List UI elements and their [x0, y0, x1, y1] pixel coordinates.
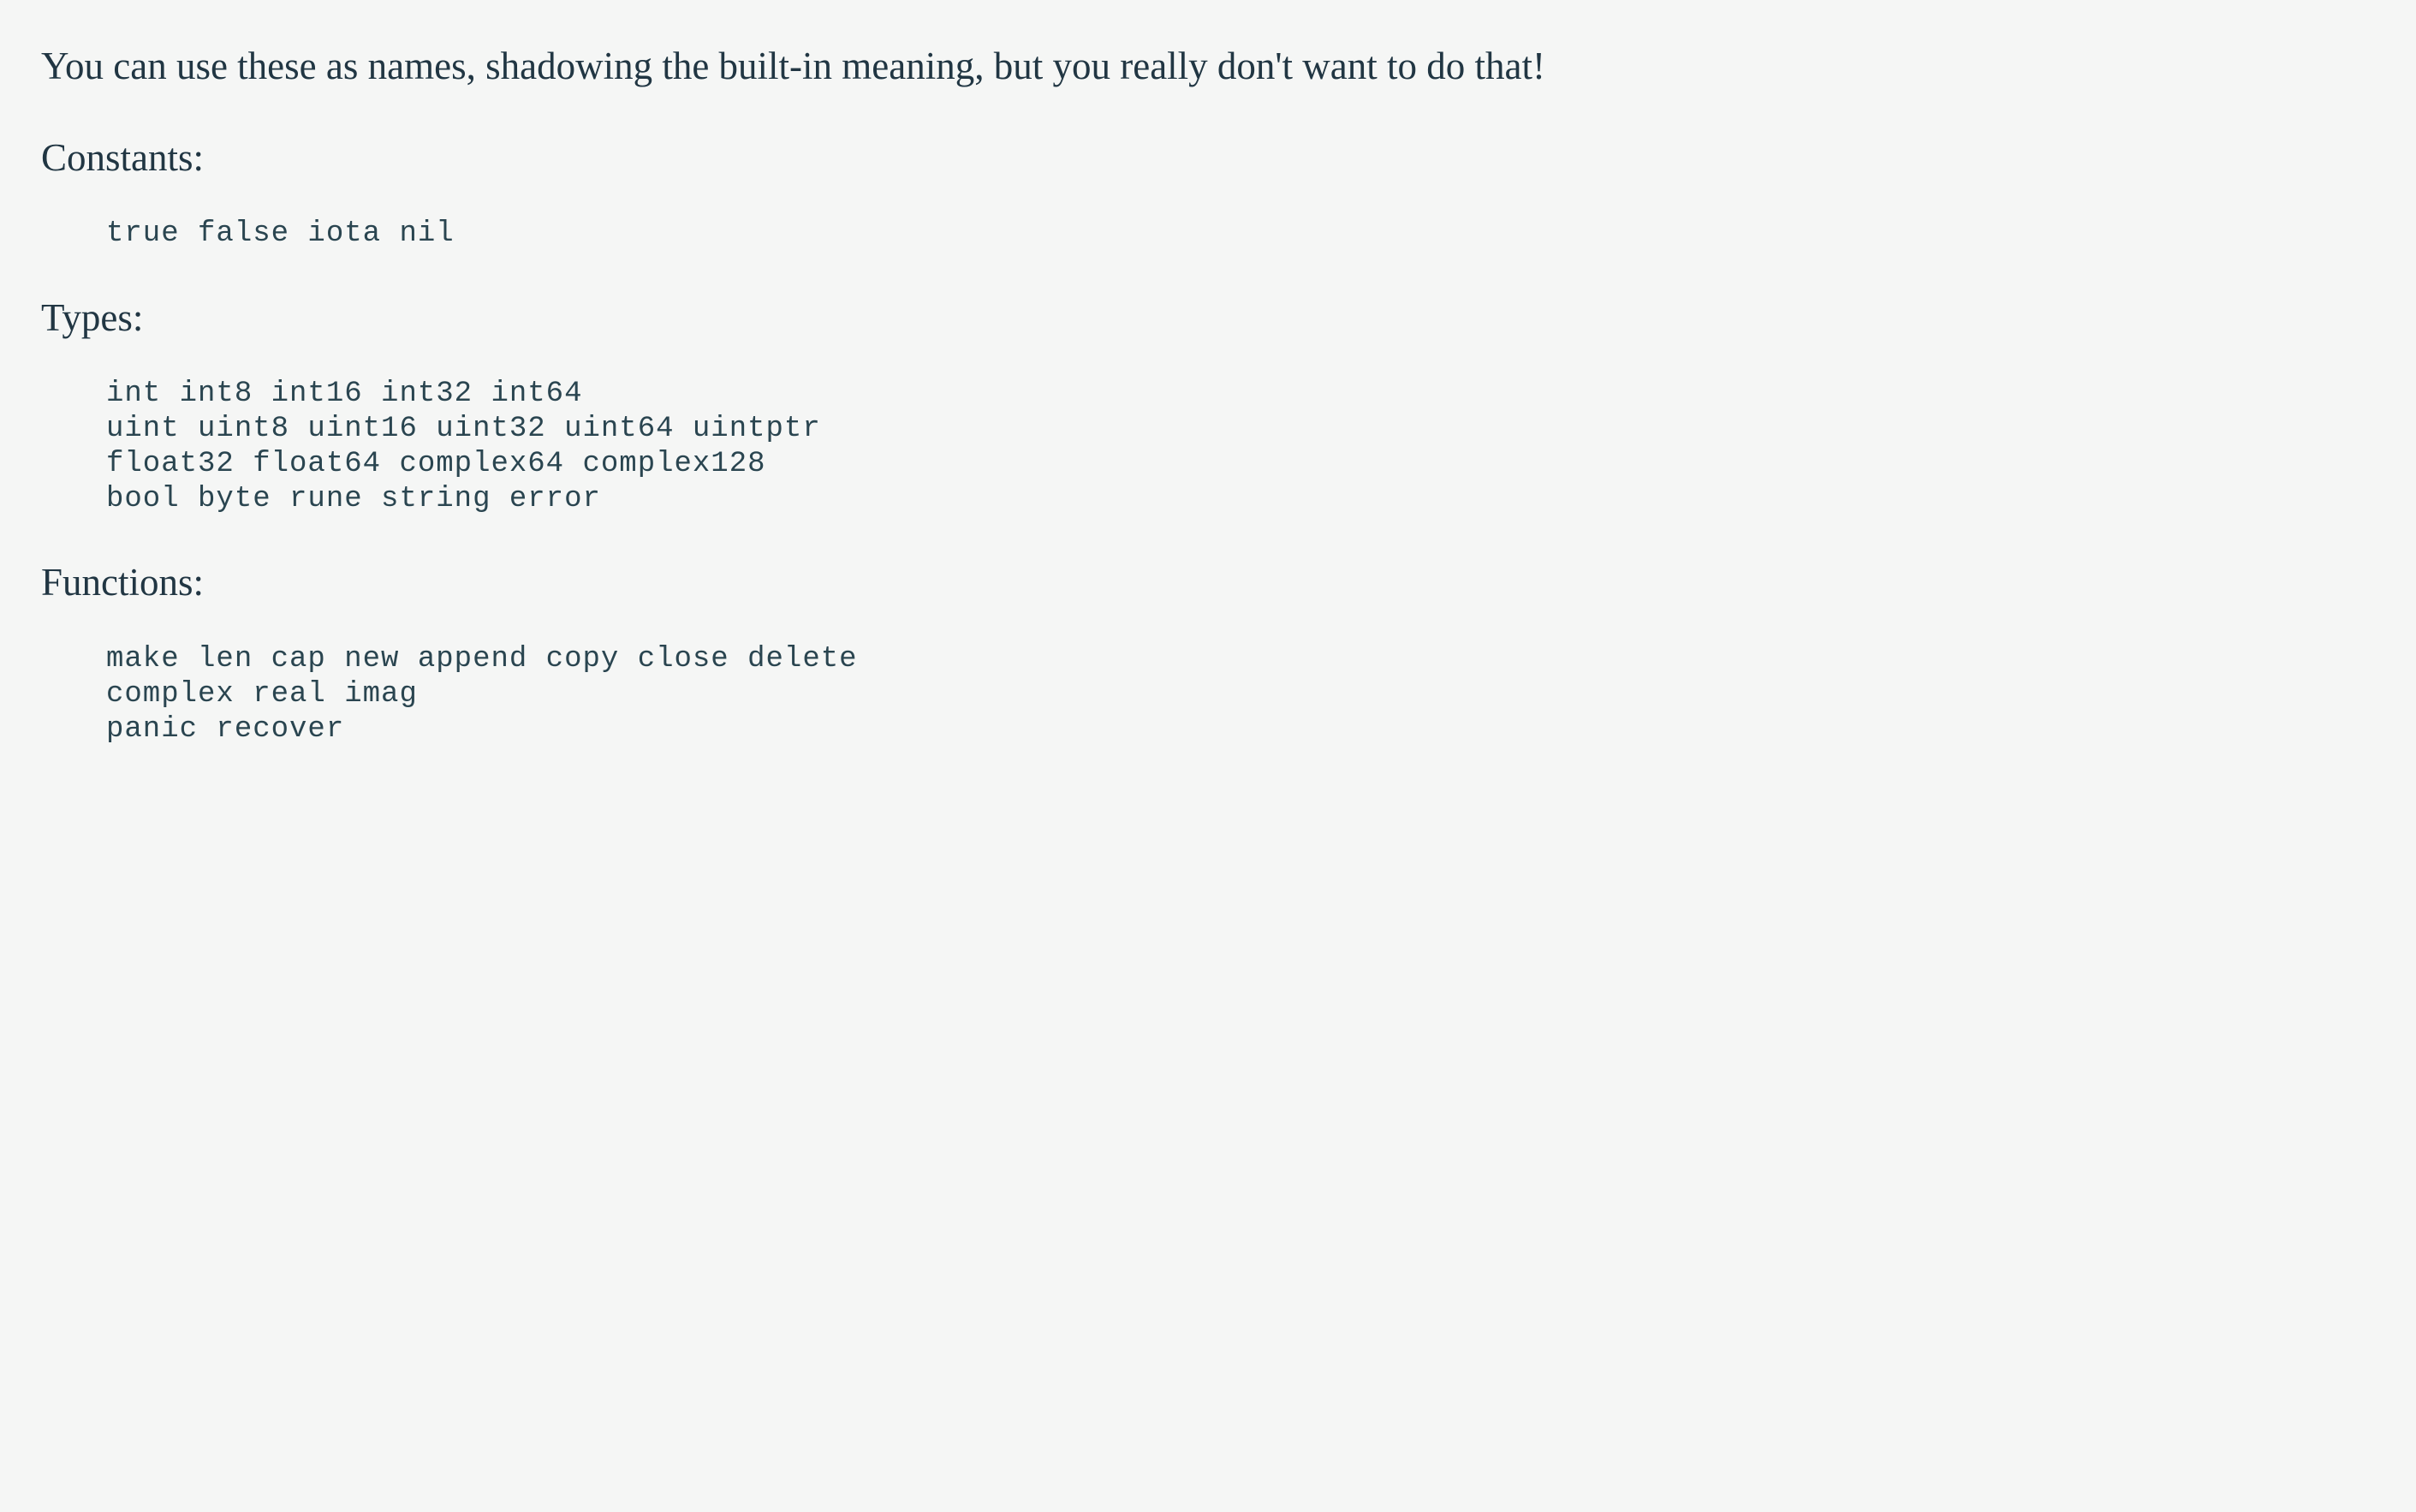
constants-code: true false iota nil [41, 217, 2375, 293]
intro-paragraph: You can use these as names, shadowing th… [41, 41, 2375, 92]
types-code: int int8 int16 int32 int64 uint uint8 ui… [41, 377, 2375, 557]
constants-section: Constants: true false iota nil [41, 133, 2375, 293]
constants-heading: Constants: [41, 133, 2375, 183]
types-heading: Types: [41, 293, 2375, 343]
functions-section: Functions: make len cap new append copy … [41, 557, 2375, 788]
types-section: Types: int int8 int16 int32 int64 uint u… [41, 293, 2375, 558]
functions-heading: Functions: [41, 557, 2375, 608]
functions-code: make len cap new append copy close delet… [41, 642, 2375, 788]
